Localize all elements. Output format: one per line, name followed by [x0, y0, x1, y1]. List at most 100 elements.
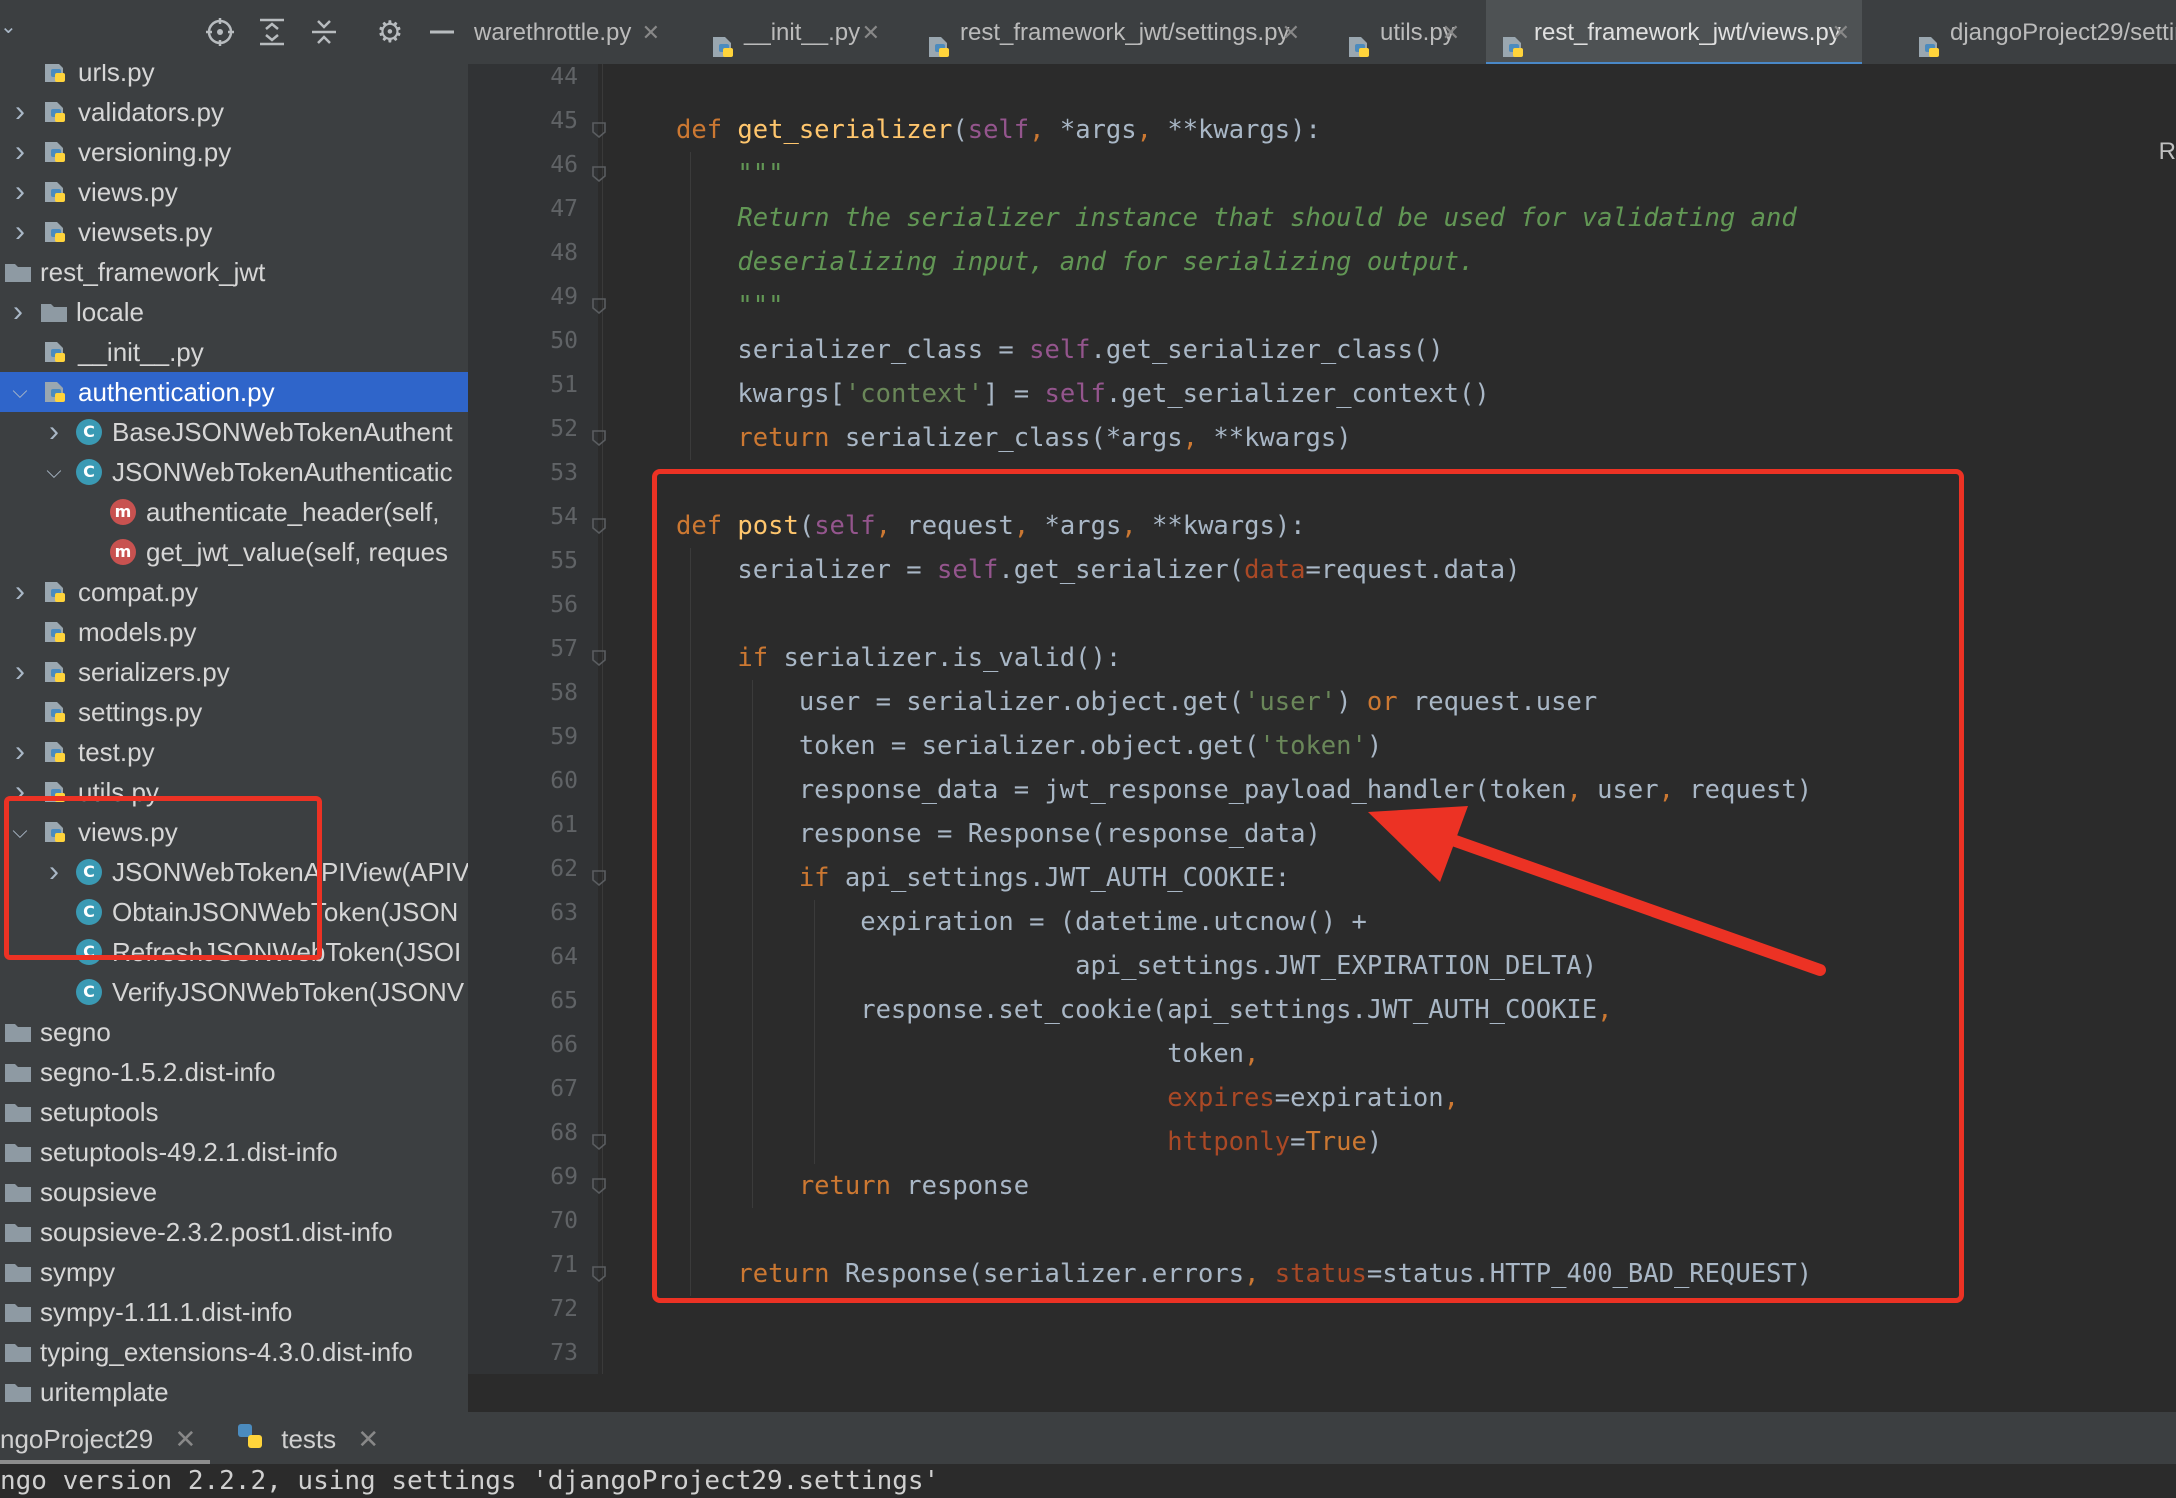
folder-icon — [4, 1260, 31, 1284]
run-tab-djangoproject[interactable]: ngoProject29 ✕ — [0, 1412, 196, 1464]
chevron-right-icon[interactable]: › — [8, 92, 32, 132]
crosshair-icon[interactable] — [202, 14, 238, 50]
editor-tab[interactable]: warethrottle.py ✕ — [468, 0, 672, 62]
chevron-right-icon[interactable]: › — [8, 132, 32, 172]
fold-marker-icon[interactable] — [592, 1178, 606, 1195]
tree-item[interactable]: › serializers.py — [0, 652, 468, 692]
code-line: def get_serializer(self, *args, **kwargs… — [676, 108, 1321, 152]
tree-item[interactable]: C VerifyJSONWebToken(JSONV — [0, 972, 468, 1012]
close-icon[interactable]: ✕ — [1832, 0, 1850, 64]
tree-item[interactable]: typing_extensions-4.3.0.dist-info — [0, 1332, 468, 1372]
close-icon[interactable]: ✕ — [1442, 0, 1460, 64]
line-number: 49 — [550, 284, 578, 310]
tree-item-label: setuptools-49.2.1.dist-info — [40, 1137, 338, 1167]
gear-icon[interactable]: ⚙ — [372, 14, 408, 50]
tree-item[interactable]: uritemplate — [0, 1372, 468, 1412]
line-number: 65 — [550, 988, 578, 1014]
tree-item[interactable]: models.py — [0, 612, 468, 652]
close-icon[interactable]: ✕ — [1282, 0, 1300, 64]
tree-item[interactable]: › compat.py — [0, 572, 468, 612]
tree-item[interactable]: m get_jwt_value(self, reques — [0, 532, 468, 572]
fold-marker-icon[interactable] — [592, 518, 606, 535]
tree-item[interactable]: sympy-1.11.1.dist-info — [0, 1292, 468, 1332]
editor-tab[interactable]: djangoProject29/setting — [1902, 0, 2176, 62]
tree-item-label: rest_framework_jwt — [40, 257, 266, 287]
line-number: 71 — [550, 1252, 578, 1278]
code-token: deserializing input, and for serializing… — [676, 247, 1475, 277]
fold-marker-icon[interactable] — [592, 166, 606, 183]
chevron-right-icon[interactable]: › — [8, 172, 32, 212]
tree-item[interactable]: soupsieve-2.3.2.post1.dist-info — [0, 1212, 468, 1252]
tree-item[interactable]: › versioning.py — [0, 132, 468, 172]
toolbar-dropdown-icon[interactable]: ⌄ — [0, 14, 17, 38]
fold-marker-icon[interactable] — [592, 870, 606, 887]
line-number: 48 — [550, 240, 578, 266]
class-icon: C — [76, 419, 102, 445]
line-number: 64 — [550, 944, 578, 970]
close-icon[interactable]: ✕ — [642, 0, 660, 64]
chevron-right-icon[interactable]: › — [8, 732, 32, 772]
chevron-right-icon[interactable]: › — [42, 412, 66, 452]
run-tab-tests[interactable]: tests ✕ — [236, 1412, 379, 1464]
code-token: get_serializer — [737, 115, 953, 145]
fold-marker-icon[interactable] — [592, 1134, 606, 1151]
editor-tab[interactable]: rest_framework_jwt/views.py ✕ — [1486, 0, 1862, 64]
fold-marker-icon[interactable] — [592, 122, 606, 139]
code-token: self — [967, 115, 1030, 145]
tree-item[interactable]: › locale — [0, 292, 468, 332]
chevron-down-icon[interactable]: ⌵ — [8, 372, 32, 412]
fold-marker-icon[interactable] — [592, 298, 606, 315]
tree-item[interactable]: m authenticate_header(self, — [0, 492, 468, 532]
editor-tab[interactable]: utils.py ✕ — [1332, 0, 1472, 62]
chevron-right-icon[interactable]: › — [6, 292, 30, 332]
line-number: 47 — [550, 196, 578, 222]
tree-item[interactable]: __init__.py — [0, 332, 468, 372]
tree-item[interactable]: ⌵ C JSONWebTokenAuthenticatic — [0, 452, 468, 492]
tree-item[interactable]: sympy — [0, 1252, 468, 1292]
tree-item[interactable]: setuptools — [0, 1092, 468, 1132]
tree-item[interactable]: soupsieve — [0, 1172, 468, 1212]
editor-tab[interactable]: __init__.py ✕ — [696, 0, 892, 62]
close-icon[interactable]: ✕ — [357, 1424, 379, 1454]
tree-item[interactable]: › test.py — [0, 732, 468, 772]
tree-item[interactable]: ⌵ authentication.py — [0, 372, 468, 412]
tree-item[interactable]: segno — [0, 1012, 468, 1052]
tree-item[interactable]: segno-1.5.2.dist-info — [0, 1052, 468, 1092]
fold-marker-icon[interactable] — [592, 650, 606, 667]
project-toolbar: ⌄ ⚙ — [0, 0, 468, 64]
collapse-all-icon[interactable] — [306, 14, 342, 50]
line-number: 54 — [550, 504, 578, 530]
fold-marker-icon[interactable] — [592, 1266, 606, 1283]
close-icon[interactable]: ✕ — [174, 1424, 196, 1454]
code-token: serializer_class = — [676, 335, 1030, 365]
tree-item[interactable]: › viewsets.py — [0, 212, 468, 252]
chevron-right-icon[interactable]: › — [8, 572, 32, 612]
tree-item-label: VerifyJSONWebToken(JSONV — [112, 977, 465, 1007]
minimize-icon[interactable] — [424, 14, 460, 50]
tree-item[interactable]: settings.py — [0, 692, 468, 732]
fold-marker-icon[interactable] — [592, 430, 606, 447]
line-number: 53 — [550, 460, 578, 486]
tree-item[interactable]: setuptools-49.2.1.dist-info — [0, 1132, 468, 1172]
python-file-icon — [1346, 19, 1372, 64]
chevron-right-icon[interactable]: › — [8, 212, 32, 252]
code-token: self — [1029, 335, 1091, 365]
method-icon: m — [110, 499, 136, 525]
tab-label: warethrottle.py — [474, 19, 632, 46]
chevron-right-icon[interactable]: › — [8, 652, 32, 692]
tree-item-label: get_jwt_value(self, reques — [146, 537, 449, 567]
editor-tab[interactable]: rest_framework_jwt/settings.py ✕ — [912, 0, 1312, 62]
tree-item-label: compat.py — [78, 577, 198, 607]
close-icon[interactable]: ✕ — [862, 0, 880, 64]
tree-item-label: sympy — [40, 1257, 116, 1287]
chevron-down-icon[interactable]: ⌵ — [42, 452, 66, 492]
project-tool-window: urls.py › validators.py › versioning.py › view… — [0, 0, 468, 1412]
tree-item[interactable]: › validators.py — [0, 92, 468, 132]
code-line: return serializer_class(*args, **kwargs) — [676, 416, 1351, 460]
line-number: 63 — [550, 900, 578, 926]
expand-all-icon[interactable] — [254, 14, 290, 50]
tree-item-label: BaseJSONWebTokenAuthent — [112, 417, 453, 447]
tree-item[interactable]: › C BaseJSONWebTokenAuthent — [0, 412, 468, 452]
tree-item[interactable]: › views.py — [0, 172, 468, 212]
tree-item[interactable]: rest_framework_jwt — [0, 252, 468, 292]
